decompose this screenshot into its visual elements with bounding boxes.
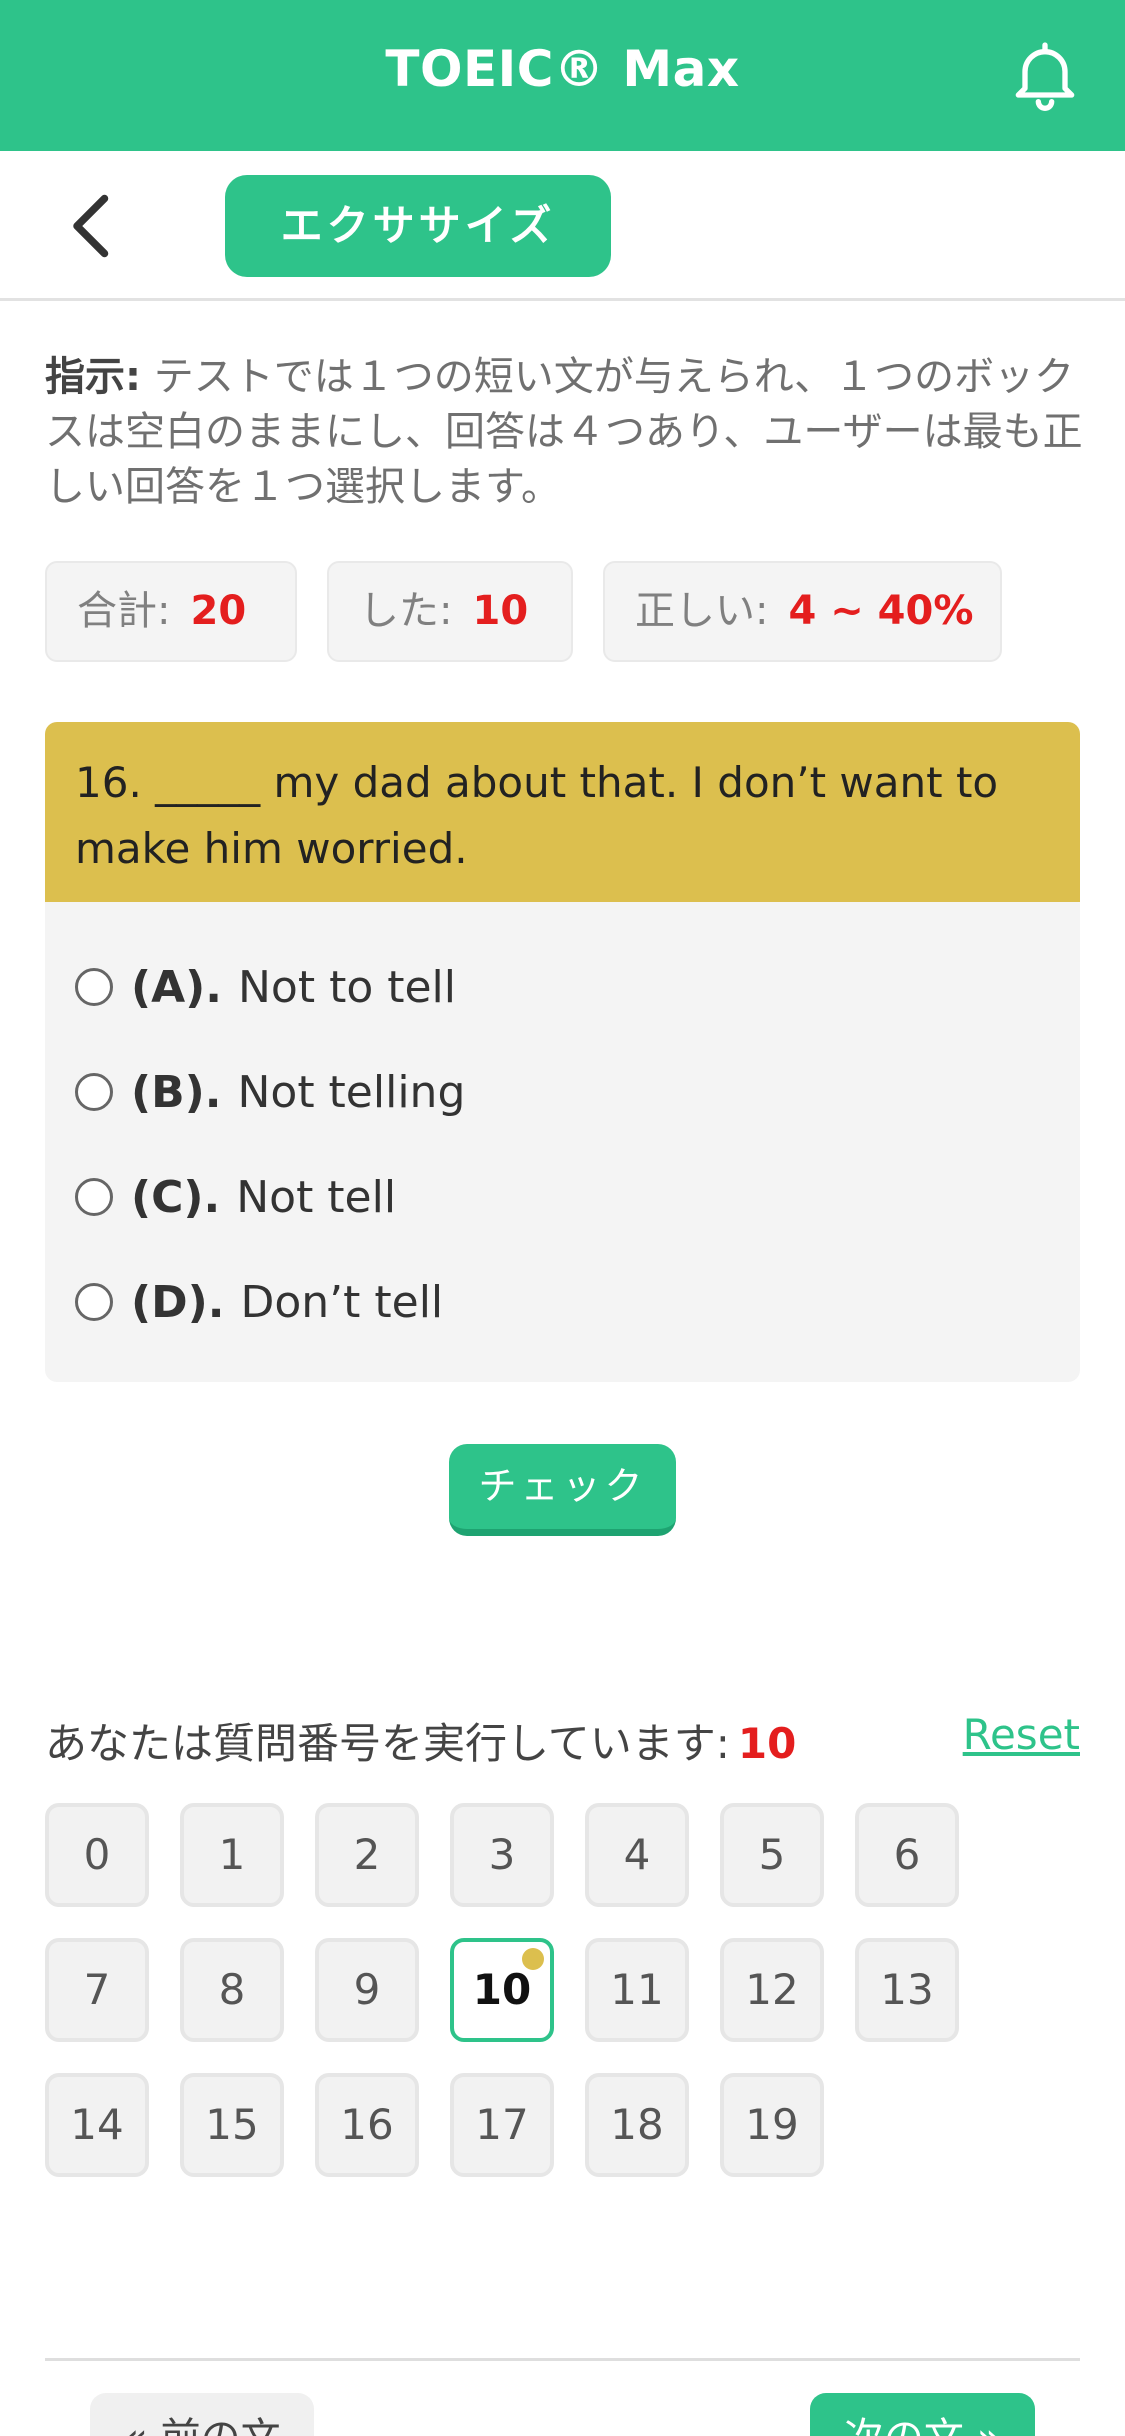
question-number-8[interactable]: 8	[180, 1938, 284, 2042]
check-button[interactable]: チェック	[449, 1444, 676, 1536]
question-number-10[interactable]: 10	[450, 1938, 554, 2042]
stat-total-label: 合計:	[77, 588, 171, 634]
stat-total-value: 20	[190, 588, 247, 634]
question-number-17[interactable]: 17	[450, 2073, 554, 2177]
radio-button[interactable]	[75, 1283, 113, 1321]
question-number-1[interactable]: 1	[180, 1803, 284, 1907]
stat-done: した: 10	[327, 561, 573, 662]
question-number-12[interactable]: 12	[720, 1938, 824, 2042]
app-title: TOEIC® Max	[385, 40, 740, 98]
question-number-3[interactable]: 3	[450, 1803, 554, 1907]
question-number-5[interactable]: 5	[720, 1803, 824, 1907]
progress-label: あなたは質問番号を実行しています:	[45, 1719, 730, 1768]
tab-exercise[interactable]: エクササイズ	[225, 175, 611, 277]
question-number-18[interactable]: 18	[585, 2073, 689, 2177]
current-indicator-dot	[522, 1948, 544, 1970]
question-number-2[interactable]: 2	[315, 1803, 419, 1907]
question-number-4[interactable]: 4	[585, 1803, 689, 1907]
instructions: 指示: テストでは１つの短い文が与えられ、１つのボックスは空白のままにし、回答は…	[45, 350, 1085, 515]
question-number-7[interactable]: 7	[45, 1938, 149, 2042]
option-text: Not tell	[236, 1171, 397, 1223]
stat-total: 合計: 20	[45, 561, 297, 662]
question-number-0[interactable]: 0	[45, 1803, 149, 1907]
divider	[45, 2358, 1080, 2361]
app-bar: TOEIC® Max	[0, 0, 1125, 151]
stat-done-value: 10	[472, 588, 529, 634]
next-sentence-button[interactable]: 次の文 »	[810, 2393, 1035, 2436]
question-number-14[interactable]: 14	[45, 2073, 149, 2177]
question-number-16[interactable]: 16	[315, 2073, 419, 2177]
stat-done-label: した:	[359, 588, 453, 634]
stat-correct-value: 4 ~ 40%	[788, 588, 974, 634]
prev-sentence-button[interactable]: « 前の文	[90, 2393, 314, 2436]
progress-current: 10	[737, 1719, 797, 1768]
instructions-text: テストでは１つの短い文が与えられ、１つのボックスは空白のままにし、回答は４つあり…	[45, 354, 1083, 510]
radio-button[interactable]	[75, 968, 113, 1006]
option-letter: (B).	[131, 1066, 222, 1118]
option-a[interactable]: (A). Not to tell	[75, 952, 456, 1022]
question-number-13[interactable]: 13	[855, 1938, 959, 2042]
option-letter: (C).	[131, 1171, 221, 1223]
question-number-9[interactable]: 9	[315, 1938, 419, 2042]
option-c[interactable]: (C). Not tell	[75, 1162, 396, 1232]
question-number-11[interactable]: 11	[585, 1938, 689, 2042]
option-text: Not to tell	[238, 961, 457, 1013]
question-number-15[interactable]: 15	[180, 2073, 284, 2177]
stat-correct-label: 正しい:	[635, 588, 769, 634]
back-arrow-icon[interactable]	[62, 191, 122, 261]
progress-status: あなたは質問番号を実行しています: 10	[45, 1710, 796, 1771]
option-d[interactable]: (D). Don’t tell	[75, 1267, 443, 1337]
radio-button[interactable]	[75, 1178, 113, 1216]
reset-link[interactable]: Reset	[963, 1710, 1080, 1759]
question-number-19[interactable]: 19	[720, 2073, 824, 2177]
question-number-6[interactable]: 6	[855, 1803, 959, 1907]
bell-icon[interactable]	[1005, 35, 1085, 115]
option-text: Not telling	[237, 1066, 466, 1118]
radio-button[interactable]	[75, 1073, 113, 1111]
question-text: 16. _____ my dad about that. I don’t wan…	[45, 722, 1080, 902]
option-text: Don’t tell	[240, 1276, 444, 1328]
option-letter: (A).	[131, 961, 222, 1013]
options-panel: (A). Not to tell (B). Not telling (C). N…	[45, 902, 1080, 1382]
sub-navigation: エクササイズ	[0, 151, 1125, 301]
option-letter: (D).	[131, 1276, 225, 1328]
option-b[interactable]: (B). Not telling	[75, 1057, 465, 1127]
stat-correct: 正しい: 4 ~ 40%	[603, 561, 1002, 662]
instructions-label: 指示:	[45, 354, 141, 400]
